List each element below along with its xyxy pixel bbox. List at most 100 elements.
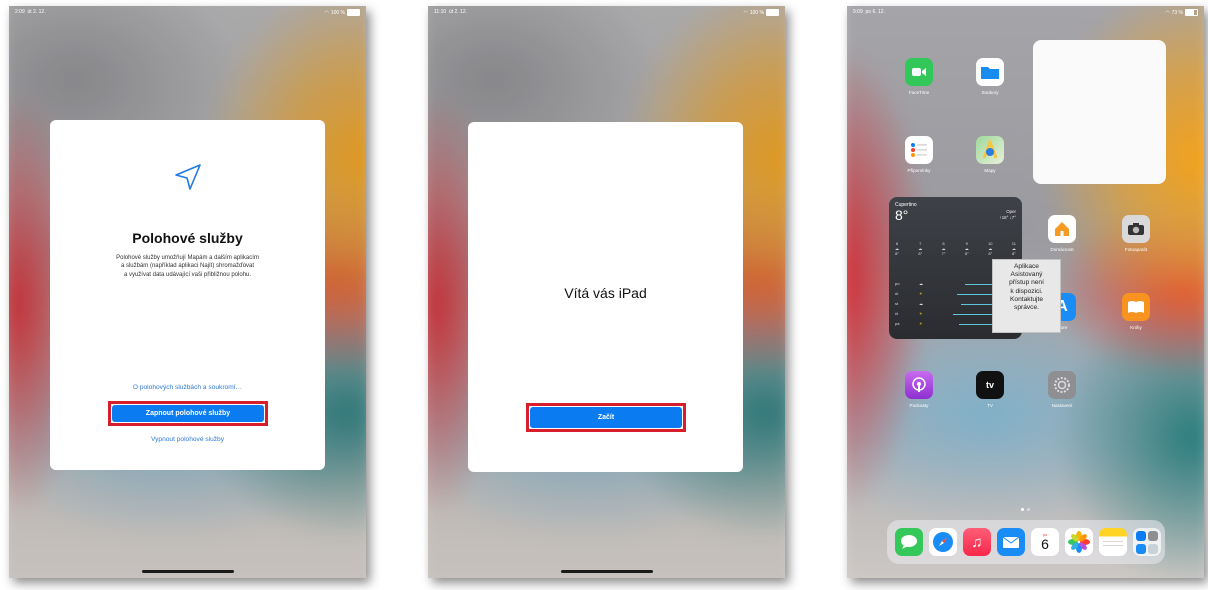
location-arrow-icon (175, 164, 201, 190)
battery-percent: 73 % (1171, 9, 1183, 16)
blank-widget[interactable] (1033, 40, 1166, 184)
camera-icon (1128, 223, 1144, 235)
description-line: a využívat data udávající vaši přibližno… (123, 271, 252, 278)
maps-icon (982, 140, 998, 159)
folder-icon (981, 67, 999, 79)
app-maps[interactable] (976, 136, 1004, 164)
library-mini-icon (1136, 530, 1146, 541)
dock-messages[interactable] (895, 528, 923, 556)
wifi-icon: ◠ (743, 9, 748, 16)
app-label-podcasts: Podcasty (909, 403, 929, 408)
app-files[interactable] (976, 58, 1004, 86)
page-dots (1021, 508, 1030, 511)
location-services-card: Polohové služby Polohové služby umožňují… (50, 120, 325, 470)
wifi-icon: ◠ (324, 9, 329, 16)
page-title: Polohové služby (132, 230, 243, 246)
disable-location-link[interactable]: Vypnout polohové služby (50, 436, 325, 443)
hour-temp: 8° (1011, 251, 1016, 256)
app-label-maps: Mapy (984, 168, 996, 173)
house-icon (1055, 222, 1069, 236)
page-dot (1027, 508, 1030, 511)
hour-item: 6 ☁ 8° (895, 241, 899, 267)
ipad-screen-location-services: 2:09 út 2. 12. ◠ 100 % Polohové služby Po… (9, 6, 366, 578)
hour-temp: 8° (964, 251, 969, 256)
day-label: st (895, 301, 899, 306)
tooltip-line: přístup není (1009, 279, 1044, 287)
battery-percent: 100 % (330, 9, 345, 16)
app-label-tv: TV (987, 403, 993, 408)
hour-temp: 8° (895, 251, 899, 256)
status-bar: 11:10 út 2. 12. ◠ 100 % (434, 9, 779, 19)
home-indicator (141, 570, 234, 573)
status-bar: 2:09 út 2. 12. ◠ 100 % (15, 9, 360, 19)
app-books[interactable] (1122, 293, 1150, 321)
hour-temp: 7° (941, 251, 946, 256)
welcome-card: Vítá vás iPad Začít (468, 122, 743, 472)
reminders-icon (911, 143, 927, 157)
gear-icon (1054, 377, 1070, 393)
calendar-day-num: 6 (1041, 536, 1049, 552)
dock-calendar[interactable]: po 6 (1031, 528, 1059, 556)
app-settings[interactable] (1048, 371, 1076, 399)
hour-item: 7 ☁ 8° (918, 241, 922, 267)
library-mini-icon (1136, 543, 1146, 554)
app-label-home: Domácnost (1050, 247, 1074, 252)
privacy-link[interactable]: O polohových službách a soukromí… (50, 384, 325, 391)
library-mini-icon (1148, 543, 1158, 554)
dock: ♫ po 6 (887, 520, 1165, 564)
dock-music[interactable]: ♫ (963, 528, 991, 556)
status-time: 9:09 (853, 9, 863, 15)
podcast-icon (912, 377, 926, 392)
ipad-screen-welcome: 11:10 út 2. 12. ◠ 100 % Vítá vás iPad Zač… (428, 6, 785, 578)
envelope-icon (1002, 536, 1020, 548)
enable-location-button[interactable]: Zapnout polohové služby (112, 405, 264, 422)
weather-condition: Oper (1006, 209, 1016, 214)
status-time: 11:10 (434, 9, 447, 15)
app-reminders[interactable] (905, 136, 933, 164)
cloud-icon: ☁ (919, 301, 923, 306)
status-bar: 9:09 po 6. 12. ◠ 73 % (853, 9, 1198, 19)
weather-temp: 8° (895, 207, 909, 223)
sun-icon: ☀ (919, 291, 923, 296)
music-note-icon: ♫ (971, 533, 983, 551)
status-date: po 6. 12. (865, 9, 885, 15)
library-mini-icon (1148, 530, 1158, 541)
photos-flower-icon (1068, 531, 1090, 553)
tooltip-line: Asistovaný (1010, 271, 1043, 279)
app-podcasts[interactable] (905, 371, 933, 399)
book-icon (1128, 301, 1144, 313)
day-label: čt (895, 311, 899, 316)
app-label-books: Knihy (1130, 325, 1142, 330)
app-home[interactable] (1048, 215, 1076, 243)
home-indicator (560, 570, 653, 573)
ipad-home-screen: 9:09 po 6. 12. ◠ 73 % FaceTime Soubory Př… (847, 6, 1204, 578)
app-label-settings: Nastavení (1051, 403, 1073, 408)
app-label-facetime: FaceTime (908, 90, 930, 95)
dock-app-library[interactable] (1133, 528, 1161, 556)
status-time: 2:09 (15, 9, 25, 15)
day-label: út (895, 291, 899, 296)
dock-mail[interactable] (997, 528, 1025, 556)
compass-icon (933, 532, 953, 552)
notes-icon (1103, 541, 1123, 546)
sun-icon: ☀ (919, 311, 923, 316)
access-tooltip: Aplikace Asistovaný přístup není k dispo… (992, 259, 1061, 333)
hour-item: 9 ☁ 8° (965, 241, 969, 267)
tooltip-line: Kontaktujte (1010, 295, 1043, 303)
app-label-files: Soubory (981, 90, 999, 95)
app-tv[interactable]: tv (976, 371, 1004, 399)
tooltip-line: správce. (1014, 304, 1039, 312)
day-label: pá (895, 321, 900, 326)
dock-notes[interactable] (1099, 528, 1127, 556)
dock-photos[interactable] (1065, 528, 1093, 556)
dock-safari[interactable] (929, 528, 957, 556)
start-button[interactable]: Začít (530, 407, 682, 428)
app-facetime[interactable] (905, 58, 933, 86)
tooltip-line: Aplikace (1014, 263, 1039, 270)
day-label: po (895, 281, 900, 286)
welcome-title: Vítá vás iPad (564, 285, 647, 301)
app-camera[interactable] (1122, 215, 1150, 243)
battery-icon (1185, 9, 1198, 16)
page-dot-active (1021, 508, 1024, 511)
battery-icon (766, 9, 779, 16)
